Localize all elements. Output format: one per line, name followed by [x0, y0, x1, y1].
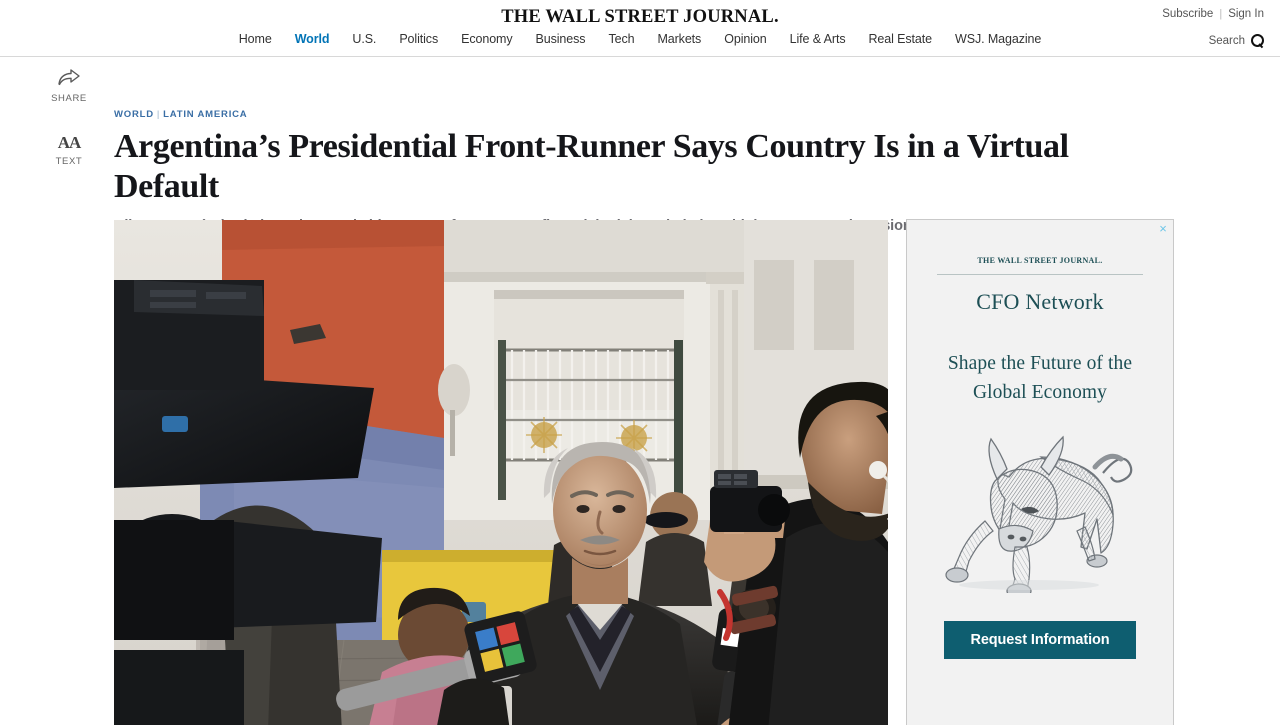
share-button[interactable]: SHARE [44, 69, 94, 104]
article-tools-rail: SHARE AA TEXT [44, 69, 94, 195]
account-separator: | [1219, 8, 1223, 20]
page-title: Argentina’s Presidential Front-Runner Sa… [114, 128, 1069, 205]
account-links: Subscribe | Sign In [1162, 8, 1264, 20]
article-photo [114, 220, 888, 725]
nav-item-home[interactable]: Home [239, 32, 272, 46]
search-label: Search [1208, 34, 1245, 47]
share-label: SHARE [51, 93, 87, 104]
photo-illustration [114, 220, 888, 725]
text-size-label: TEXT [55, 156, 83, 167]
ad-brand-title: CFO Network [976, 289, 1104, 314]
request-information-button[interactable]: Request Information [944, 621, 1136, 659]
article-figure: Presidential front-runner Alberto Fernán… [114, 220, 888, 725]
text-size-button[interactable]: AA TEXT [44, 132, 94, 167]
page-body: SHARE AA TEXT WORLD | LATIN AMERICA Argent… [0, 57, 1280, 725]
breadcrumb-separator: | [156, 109, 161, 120]
primary-nav: Home World U.S. Politics Economy Business Tech… [0, 32, 1280, 46]
ad-wsj-logo: THE WALL STREET JOURNAL. [937, 256, 1143, 275]
search-icon[interactable] [1251, 34, 1264, 47]
nav-item-tech[interactable]: Tech [608, 32, 634, 46]
nav-item-politics[interactable]: Politics [399, 32, 438, 46]
breadcrumb-subsection[interactable]: LATIN AMERICA [163, 109, 247, 120]
nav-item-world[interactable]: World [295, 32, 330, 46]
wsj-masthead-logo[interactable]: THE WALL STREET JOURNAL. [0, 7, 1280, 28]
advertisement-panel: × THE WALL STREET JOURNAL. CFO Network S… [906, 219, 1174, 725]
nav-item-real-estate[interactable]: Real Estate [868, 32, 932, 46]
sign-in-link[interactable]: Sign In [1228, 8, 1264, 20]
article-header: WORLD | LATIN AMERICA Argentina’s Presiden… [114, 57, 1174, 236]
ad-tagline: Shape the Future of the Global Economy [947, 353, 1133, 403]
nav-item-markets[interactable]: Markets [657, 32, 701, 46]
nav-item-economy[interactable]: Economy [461, 32, 513, 46]
breadcrumb-section[interactable]: WORLD [114, 109, 154, 120]
text-size-icon: AA [57, 133, 82, 152]
close-icon[interactable]: × [1156, 222, 1170, 236]
nav-item-opinion[interactable]: Opinion [724, 32, 766, 46]
charging-bull-icon [937, 425, 1143, 597]
search-control[interactable]: Search [1209, 34, 1264, 47]
breadcrumb: WORLD | LATIN AMERICA [114, 109, 1174, 121]
nav-item-wsj-magazine[interactable]: WSJ. Magazine [955, 32, 1041, 46]
nav-item-life-arts[interactable]: Life & Arts [790, 32, 846, 46]
site-header: THE WALL STREET JOURNAL. Subscribe | Sig… [0, 0, 1280, 57]
nav-item-business[interactable]: Business [536, 32, 586, 46]
subscribe-link[interactable]: Subscribe [1162, 8, 1213, 20]
share-arrow-icon [44, 69, 94, 91]
nav-item-u-s[interactable]: U.S. [352, 32, 376, 46]
ad-content: THE WALL STREET JOURNAL. CFO Network Sha… [907, 220, 1173, 659]
